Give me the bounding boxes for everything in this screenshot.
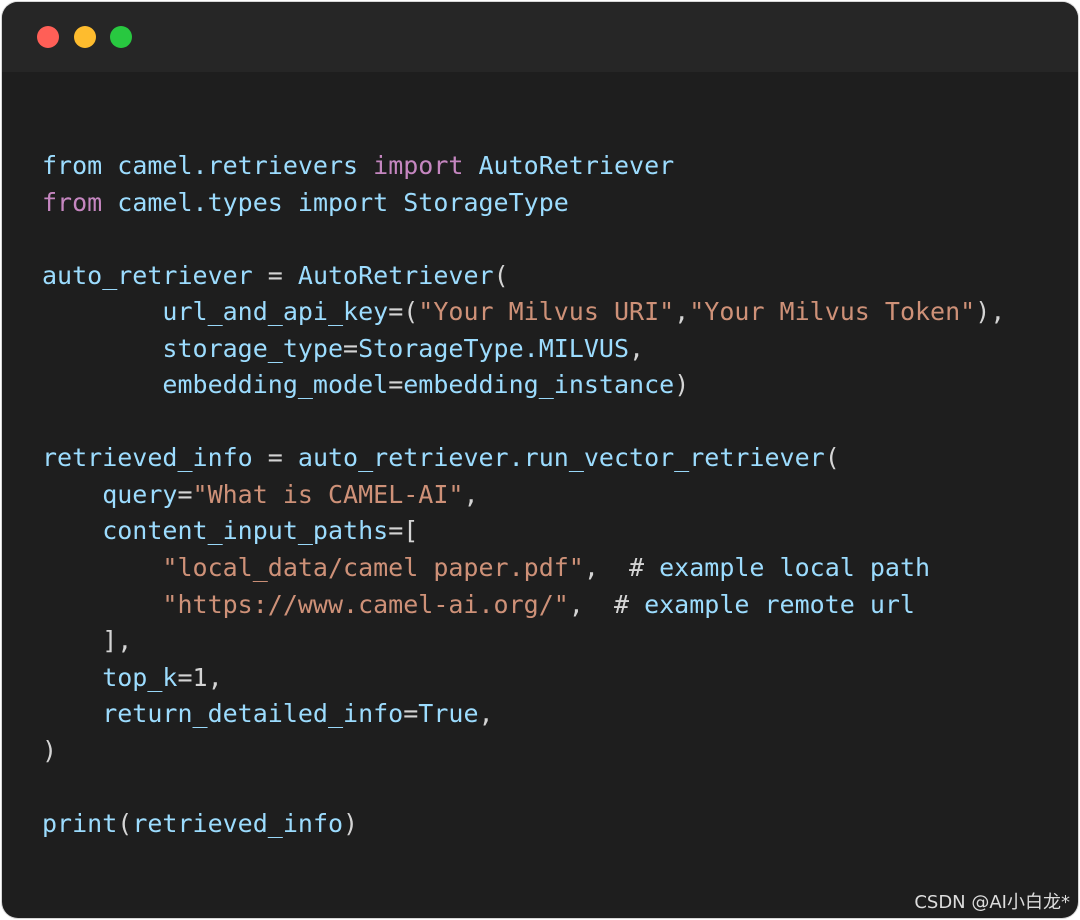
code-token: ( [117,808,133,838]
code-token: camel.retrievers [117,151,374,180]
code-token: return_detailed_info [42,699,404,729]
code-token: example remote url [644,589,915,619]
code-token: ( [493,260,509,290]
code-line: ​ [42,404,1005,441]
code-token: =( [388,297,419,327]
window-titlebar [2,2,1078,72]
code-line: ​ [42,769,1005,806]
code-line: ], [42,623,1005,660]
code-token: from [42,187,118,217]
code-line: "local_data/camel paper.pdf", # example … [42,550,1005,587]
code-token: top_k [42,662,178,692]
code-token: retrieved_info [132,808,344,838]
code-token: = [267,443,298,473]
code-token: = [267,260,298,290]
code-token: , # [568,589,645,619]
code-token: auto_retriever [42,260,268,290]
code-token: , # [583,553,660,583]
code-token: , [478,699,494,729]
code-token: content_input_paths [42,516,389,546]
code-token: = [343,333,359,363]
code-line: content_input_paths=[ [42,513,1005,550]
maximize-window-icon[interactable] [110,26,132,48]
code-token: ], [42,626,133,656]
code-token: ) [674,370,690,400]
code-token: embedding_instance [403,370,675,400]
code-token: "Your Milvus URI" [418,297,675,327]
code-token: "local_data/camel paper.pdf" [42,553,584,583]
code-token: print [42,808,118,838]
code-line: ​ [42,221,1005,258]
code-token: ) [42,735,58,765]
code-token: , [463,479,479,509]
code-token: =[ [388,516,419,546]
code-token: import [373,151,479,180]
close-window-icon[interactable] [37,26,59,48]
code-token: retrieved_info [42,443,268,473]
code-line: top_k=1, [42,660,1005,697]
code-line: from camel.types import StorageType [42,185,1005,222]
code-token: from [42,151,118,180]
code-token: auto_retriever.run_vector_retriever [297,443,825,473]
code-token: = [403,699,419,729]
code-line: storage_type=StorageType.MILVUS, [42,331,1005,368]
code-token: AutoRetriever [478,151,675,180]
code-token: ( [824,443,840,473]
code-block: from camel.retrievers import AutoRetriev… [42,148,1005,842]
code-token: =1, [177,662,223,692]
watermark: CSDN @AI小白龙* [914,892,1070,913]
code-line: from camel.retrievers import AutoRetriev… [42,148,1005,185]
code-token: "What is CAMEL-AI" [192,479,464,509]
code-line: return_detailed_info=True, [42,696,1005,733]
code-token: StorageType [403,187,569,217]
code-token: AutoRetriever [297,260,494,290]
code-token: ) [343,808,359,838]
code-token: , [629,333,645,363]
code-line: auto_retriever = AutoRetriever( [42,258,1005,295]
code-token: , [674,297,690,327]
code-token: query [42,479,178,509]
code-line: "https://www.camel-ai.org/", # example r… [42,587,1005,624]
code-line: retrieved_info = auto_retriever.run_vect… [42,440,1005,477]
code-token: "Your Milvus Token" [689,297,976,327]
code-line: url_and_api_key=("Your Milvus URI","Your… [42,294,1005,331]
code-token: example local path [659,553,931,583]
code-token: camel.types [117,187,298,217]
code-line: print(retrieved_info) [42,806,1005,843]
code-token: ), [975,297,1006,327]
code-token: = [177,479,193,509]
code-token: storage_type [42,333,344,363]
code-token: url_and_api_key [42,297,389,327]
code-token: True [418,699,479,729]
code-token: = [388,370,404,400]
code-line: query="What is CAMEL-AI", [42,477,1005,514]
minimize-window-icon[interactable] [74,26,96,48]
code-token: StorageType.MILVUS [358,333,630,363]
code-line: ) [42,733,1005,770]
code-line: embedding_model=embedding_instance) [42,367,1005,404]
code-window: from camel.retrievers import AutoRetriev… [2,2,1078,918]
code-token: embedding_model [42,370,389,400]
code-token: "https://www.camel-ai.org/" [42,589,569,619]
code-token: import [297,187,404,217]
